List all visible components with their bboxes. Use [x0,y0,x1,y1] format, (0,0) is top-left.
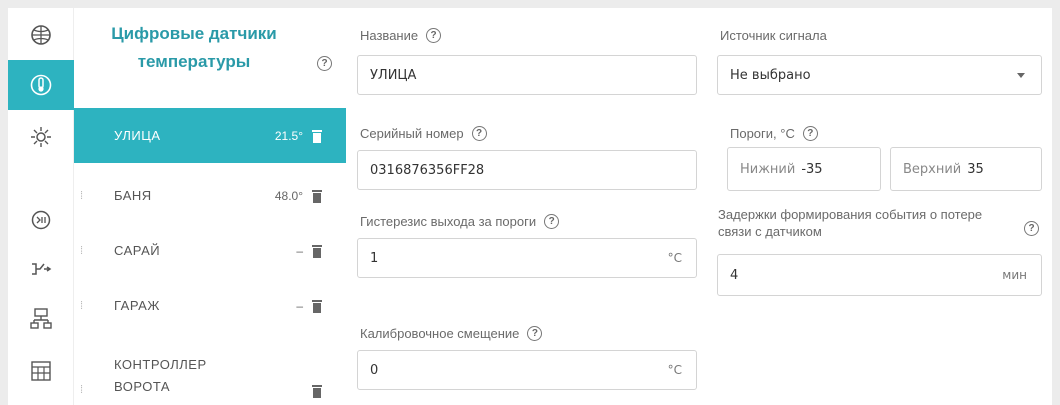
rail-network-button[interactable] [8,294,74,344]
hysteresis-input[interactable]: 1 °C [357,238,697,278]
rail-relay-button[interactable] [8,244,74,294]
chevron-down-icon [1017,73,1025,78]
sensor-name: УЛИЦА [114,128,161,143]
drag-handle-icon[interactable]: ⁞ [74,245,88,257]
list-title: Цифровые датчики температуры [111,24,277,71]
serial-input[interactable]: 0316876356FF28 [357,150,697,190]
icon-rail [8,8,74,405]
globe-icon [31,25,51,45]
upper-threshold-input[interactable]: Верхний 35 [890,147,1042,191]
serial-label: Серийный номер? [360,126,487,141]
sensor-item-street[interactable]: УЛИЦА 21.5° [74,108,346,163]
network-icon [30,308,52,329]
thresholds-label: Пороги, °C? [730,126,818,141]
rail-sun-button[interactable] [8,112,74,162]
trash-icon[interactable] [312,299,322,313]
delay-label: Задержки формирования события о потере с… [718,207,983,239]
sensor-temp: – [296,243,303,258]
drag-handle-icon[interactable]: ⁞ [74,300,88,312]
help-icon[interactable]: ? [1024,221,1039,236]
sensor-temp: 21.5° [274,128,303,143]
name-label: Название? [360,28,442,43]
panel-icon [31,361,51,381]
trash-icon[interactable] [312,244,322,258]
help-icon[interactable]: ? [802,126,818,141]
source-label: Источник сигнала [720,28,827,43]
calibration-input[interactable]: 0 °C [357,350,697,390]
sensor-temp: 48.0° [274,188,303,203]
trash-icon[interactable] [312,384,322,398]
sensor-name: БАНЯ [114,188,152,203]
trash-icon[interactable] [312,129,322,143]
rail-panel-button[interactable] [8,346,74,396]
relay-icon [32,263,52,275]
trash-icon[interactable] [312,189,322,203]
help-icon[interactable]: ? [471,126,487,141]
lower-threshold-input[interactable]: Нижний -35 [727,147,881,191]
sensor-item-garage[interactable]: ⁞ ГАРАЖ – [74,278,346,333]
sensor-list: Цифровые датчики температуры ? УЛИЦА 21.… [74,8,346,405]
name-input[interactable]: УЛИЦА [357,55,697,95]
help-icon[interactable]: ? [317,56,332,71]
calibration-label: Калибровочное смещение? [360,326,543,341]
hysteresis-label: Гистерезис выхода за пороги? [360,214,560,229]
sensor-item-shed[interactable]: ⁞ САРАЙ – [74,223,346,278]
source-select[interactable]: Не выбрано [717,55,1042,95]
drag-handle-icon[interactable]: ⁞ [74,190,88,202]
input-icon [31,210,51,230]
rail-thermometer-button[interactable] [8,60,74,110]
thermometer-icon [30,74,52,96]
sensor-name: ГАРАЖ [114,298,160,313]
app-frame: Цифровые датчики температуры ? УЛИЦА 21.… [8,8,1052,405]
help-icon[interactable]: ? [544,214,560,229]
sensor-name: КОНТРОЛЛЕР ВОРОТА [114,357,207,394]
sensor-item-gate-controller[interactable]: ⁞ КОНТРОЛЛЕР ВОРОТА [74,348,346,405]
delay-input[interactable]: 4 мин [717,254,1042,296]
sensor-item-bath[interactable]: ⁞ БАНЯ 48.0° [74,168,346,223]
help-icon[interactable]: ? [426,28,442,43]
drag-handle-icon[interactable]: ⁞ [74,384,88,396]
sun-icon [31,127,51,147]
rail-globe-button[interactable] [8,10,74,60]
help-icon[interactable]: ? [527,326,543,341]
sensor-name: САРАЙ [114,243,161,258]
sensor-temp: – [296,298,303,313]
rail-input-button[interactable] [8,195,74,245]
